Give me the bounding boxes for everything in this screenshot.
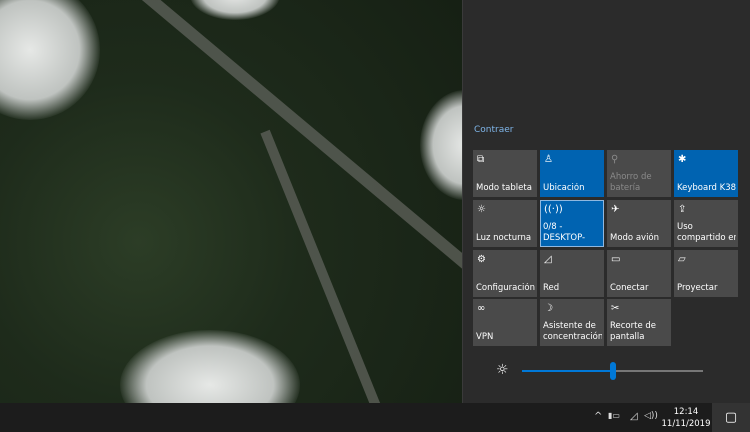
screen-snip-icon: ✂ — [611, 303, 620, 314]
project-icon: ▱ — [678, 254, 686, 265]
night-light-icon: ☼ — [477, 204, 486, 215]
tile-mobile-hotspot[interactable]: ((·)) 0/8 - DESKTOP- — [540, 200, 604, 247]
tile-project[interactable]: ▱ Proyectar — [674, 250, 738, 297]
tile-label-line: 0/8 - — [543, 222, 563, 232]
focus-assist-icon: ☽ — [544, 303, 553, 314]
tile-label: Asistente de concentración — [543, 321, 602, 343]
tile-label-line: Uso — [677, 222, 693, 232]
cloud — [120, 330, 300, 403]
tile-screen-snip[interactable]: ✂ Recorte de pantalla — [607, 299, 671, 346]
tile-label: Configuración — [476, 283, 535, 293]
tile-label: Proyectar — [677, 283, 718, 293]
brightness-slider[interactable] — [522, 362, 703, 380]
tile-label-line: pantalla — [610, 332, 645, 342]
tile-location[interactable]: ♙ Ubicación — [540, 150, 604, 197]
tile-settings[interactable]: ⚙ Configuración — [473, 250, 537, 297]
tile-label-line: Recorte de — [610, 321, 657, 331]
tile-label: Conectar — [610, 283, 649, 293]
cloud — [0, 0, 100, 120]
tile-label-line: compartido en — [677, 233, 736, 243]
battery-icon[interactable]: ▮▭ — [608, 411, 620, 420]
action-center-button[interactable]: ▢ — [712, 403, 750, 432]
desktop-wallpaper — [0, 0, 462, 403]
tile-network[interactable]: ◿ Red — [540, 250, 604, 297]
tile-label-line: Ahorro de — [610, 172, 652, 182]
highway — [130, 0, 462, 350]
brightness-fill — [522, 370, 613, 372]
cloud — [190, 0, 280, 20]
airplane-icon: ✈ — [611, 204, 620, 215]
vpn-icon: ∞ — [477, 303, 486, 314]
battery-saver-icon: ⚲ — [611, 154, 619, 165]
tile-vpn[interactable]: ∞ VPN — [473, 299, 537, 346]
tile-label: Red — [543, 283, 560, 293]
tile-label: Modo tableta — [476, 183, 532, 193]
tile-label: VPN — [476, 332, 494, 342]
brightness-icon: ☼ — [496, 362, 509, 378]
tile-nearby-sharing[interactable]: ⇪ Uso compartido en — [674, 200, 738, 247]
location-icon: ♙ — [544, 154, 553, 165]
tile-label: Luz nocturna — [476, 233, 532, 243]
tile-label: Recorte de pantalla — [610, 321, 669, 343]
nearby-sharing-icon: ⇪ — [678, 204, 687, 215]
clock[interactable]: 12:14 11/11/2019 — [660, 406, 712, 430]
network-icon[interactable]: ◿ — [630, 411, 638, 422]
tile-label: 0/8 - DESKTOP- — [543, 222, 602, 244]
tile-battery-saver[interactable]: ⚲Ahorro de bateríaAhorro debatería — [607, 150, 671, 197]
tile-label: Keyboard K380 — [677, 183, 736, 193]
mobile-hotspot-icon: ((·)) — [544, 204, 563, 215]
tile-label-line: DESKTOP- — [543, 233, 586, 243]
connect-icon: ▭ — [611, 254, 621, 265]
tablet-mode-icon: ⧉ — [477, 154, 485, 165]
cloud — [420, 90, 462, 200]
volume-icon[interactable]: ◁)) — [644, 411, 658, 421]
gear-icon: ⚙ — [477, 254, 486, 265]
tile-label-line: Asistente de — [543, 321, 596, 331]
tile-airplane-mode[interactable]: ✈ Modo avión — [607, 200, 671, 247]
tile-night-light[interactable]: ☼ Luz nocturna — [473, 200, 537, 247]
brightness-thumb[interactable] — [609, 362, 616, 380]
tile-focus-assist[interactable]: ☽ Asistente de concentración — [540, 299, 604, 346]
tile-label: Modo avión — [610, 233, 660, 243]
date: 11/11/2019 — [661, 419, 711, 429]
tile-label-line: batería — [610, 183, 641, 193]
network-icon: ◿ — [544, 254, 552, 265]
time: 12:14 — [673, 407, 699, 417]
tile-bluetooth[interactable]: ✱ Keyboard K380 — [674, 150, 738, 197]
show-hidden-icons-chevron-icon[interactable]: ^ — [594, 411, 602, 422]
bluetooth-icon: ✱ — [678, 154, 687, 165]
tile-tablet-mode[interactable]: ⧉ Modo tableta — [473, 150, 537, 197]
tile-label: Ubicación — [543, 183, 585, 193]
tile-connect[interactable]: ▭ Conectar — [607, 250, 671, 297]
collapse-link[interactable]: Contraer — [474, 125, 513, 135]
tile-full-label: Ahorro de batería — [607, 150, 608, 151]
tile-label: Ahorro de batería — [610, 172, 669, 194]
tile-label: Uso compartido en — [677, 222, 736, 244]
tile-label-line: concentración — [543, 332, 602, 342]
taskbar: ^ ▮▭ ◿ ◁)) 12:14 11/11/2019 ▢ — [0, 403, 750, 432]
notification-icon: ▢ — [724, 410, 738, 425]
